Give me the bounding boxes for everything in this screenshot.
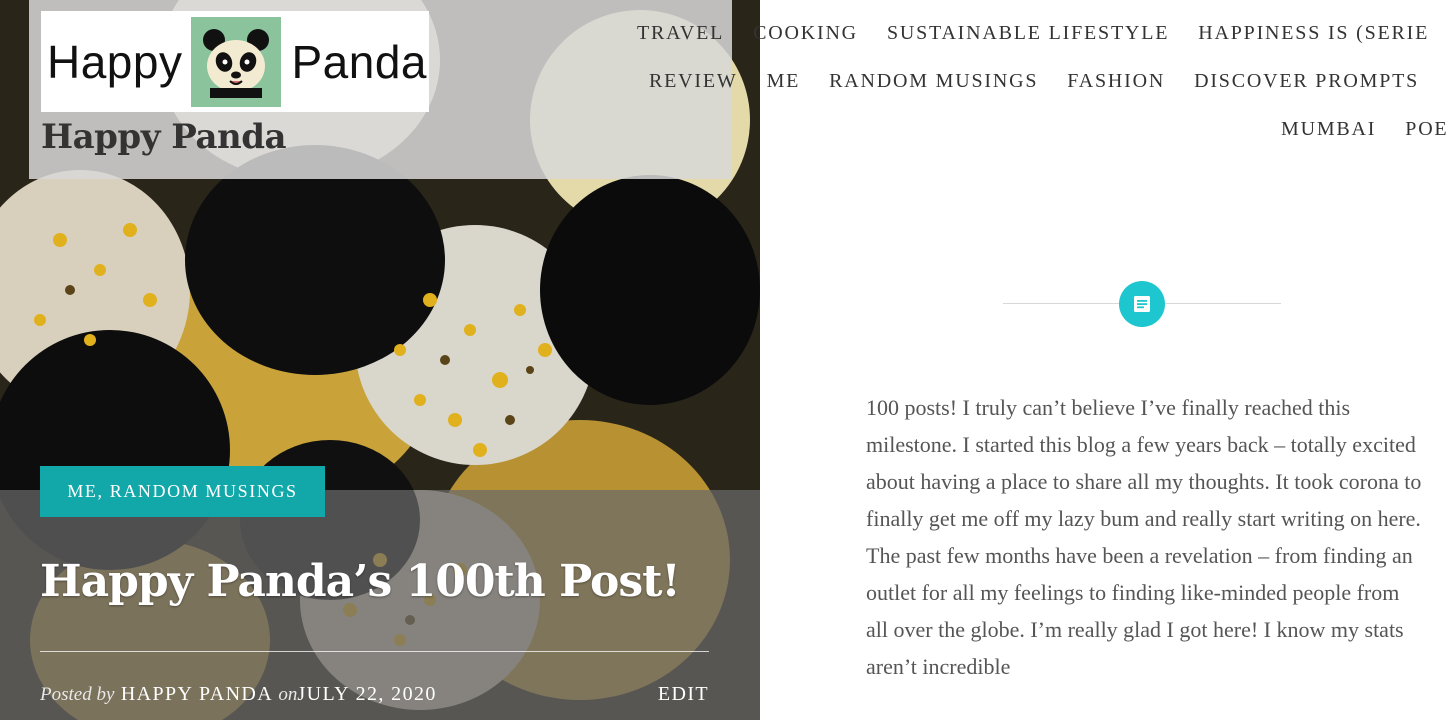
panda-logo-icon: [191, 16, 282, 107]
post-date-link[interactable]: JULY 22, 2020: [297, 683, 436, 705]
post-title: Happy Panda’s 100th Post!: [40, 556, 681, 607]
nav-row-3: MUMBAI POE: [1281, 118, 1448, 141]
nav-item-cooking[interactable]: COOKING: [753, 22, 858, 44]
nav-item-mumbai[interactable]: MUMBAI: [1281, 118, 1376, 140]
post-meta: Posted by HAPPY PANDA onJULY 22, 2020 ED…: [40, 683, 709, 709]
featured-image-hero: Happy Panda Happy Panda ME, RANDOM MUSIN…: [0, 0, 760, 720]
edit-link[interactable]: EDIT: [658, 683, 709, 706]
nav-item-discover-prompts[interactable]: DISCOVER PROMPTS: [1194, 70, 1419, 92]
post-body-text: 100 posts! I truly can’t believe I’ve fi…: [866, 395, 1422, 679]
nav-item-review[interactable]: REVIEW: [649, 70, 738, 92]
category-badge[interactable]: ME, RANDOM MUSINGS: [40, 466, 325, 517]
nav-row-2: REVIEW ME RANDOM MUSINGS FASHION DISCOVER PR…: [649, 70, 1419, 93]
nav-item-poetry[interactable]: POE: [1405, 118, 1448, 140]
nav-item-me[interactable]: ME: [767, 70, 801, 92]
site-logo[interactable]: Happy Panda: [41, 11, 429, 112]
logo-word-happy: Happy: [47, 35, 183, 88]
nav-item-travel[interactable]: TRAVEL: [637, 22, 724, 44]
on-label: on: [278, 684, 298, 705]
author-link[interactable]: HAPPY PANDA: [121, 683, 272, 705]
nav-item-happiness-is[interactable]: HAPPINESS IS (SERIE: [1198, 22, 1429, 44]
site-title[interactable]: Happy Panda: [41, 117, 287, 157]
nav-row-1: TRAVEL COOKING SUSTAINABLE LIFESTYLE HAPPIN…: [637, 22, 1429, 45]
title-divider: [40, 651, 709, 652]
nav-item-fashion[interactable]: FASHION: [1067, 70, 1165, 92]
nav-item-sustainable-lifestyle[interactable]: SUSTAINABLE LIFESTYLE: [887, 22, 1169, 44]
logo-word-panda: Panda: [291, 35, 427, 88]
text-document-icon: [1119, 281, 1165, 327]
posted-by-label: Posted by: [40, 684, 115, 705]
nav-item-random-musings[interactable]: RANDOM MUSINGS: [829, 70, 1038, 92]
